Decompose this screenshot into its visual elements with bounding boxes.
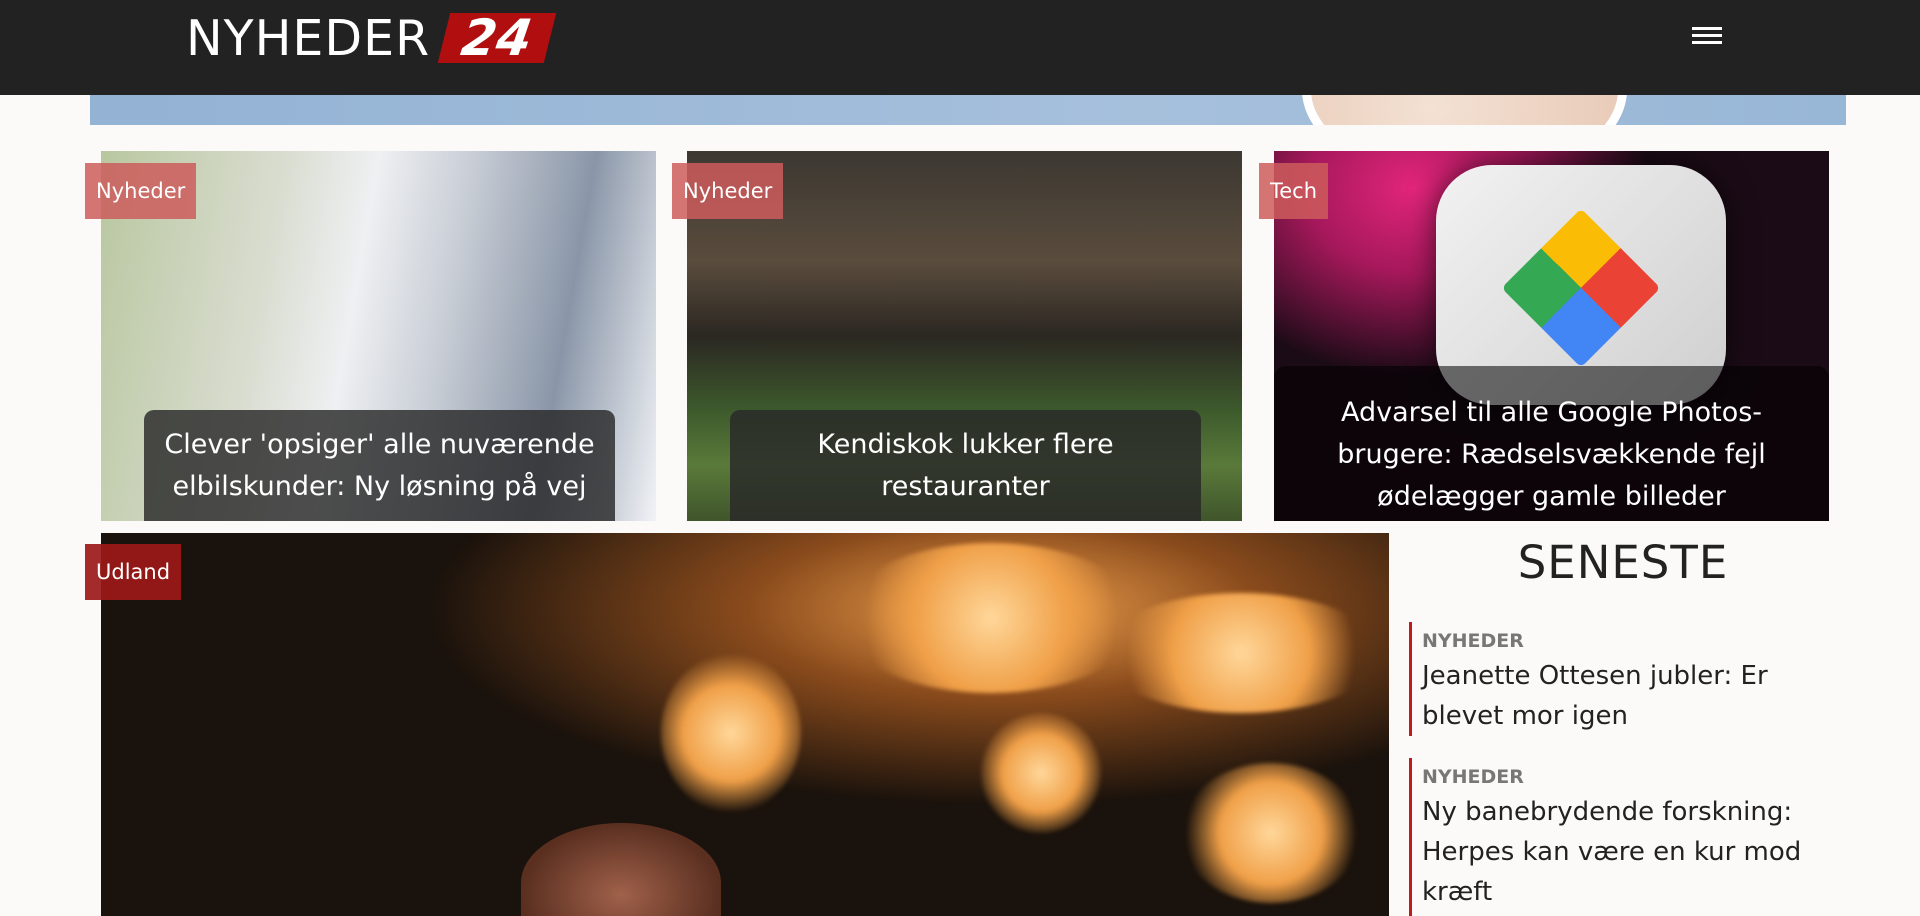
latest-heading: SENESTE — [1517, 536, 1729, 589]
latest-item-category: NYHEDER — [1422, 630, 1524, 652]
article-title[interactable]: Kendiskok lukker flere restauranter — [730, 410, 1201, 521]
article-card-google-photos[interactable]: Advarsel til alle Google Photos-brugere:… — [1274, 151, 1829, 521]
category-tag[interactable]: Nyheder — [85, 163, 197, 219]
logo-badge: 24 — [437, 9, 557, 67]
feature-image — [101, 533, 1389, 916]
logo-text: NYHEDER — [186, 9, 431, 67]
ad-image — [1302, 95, 1627, 125]
latest-item[interactable]: NYHEDER Jeanette Ottesen jubler: Er blev… — [1409, 622, 1849, 736]
performer-head — [521, 823, 721, 916]
site-header: NYHEDER 24 — [0, 0, 1920, 95]
site-logo[interactable]: NYHEDER 24 — [186, 9, 557, 67]
category-tag[interactable]: Nyheder — [672, 163, 784, 219]
latest-item[interactable]: NYHEDER Ny banebrydende forskning: Herpe… — [1409, 758, 1849, 916]
latest-item-title[interactable]: Jeanette Ottesen jubler: Er blevet mor i… — [1422, 656, 1849, 736]
category-tag[interactable]: Udland — [85, 544, 182, 600]
hamburger-menu-icon[interactable] — [1690, 24, 1724, 50]
feature-article-card[interactable] — [101, 533, 1389, 916]
article-title[interactable]: Advarsel til alle Google Photos-brugere:… — [1274, 366, 1829, 521]
article-title[interactable]: Clever 'opsiger' alle nuværende elbilsku… — [144, 410, 615, 521]
advertisement-banner[interactable] — [90, 95, 1846, 125]
latest-item-category: NYHEDER — [1422, 766, 1524, 788]
latest-item-title[interactable]: Ny banebrydende forskning: Herpes kan væ… — [1422, 792, 1849, 912]
logo-badge-text: 24 — [458, 9, 537, 67]
category-tag[interactable]: Tech — [1259, 163, 1329, 219]
